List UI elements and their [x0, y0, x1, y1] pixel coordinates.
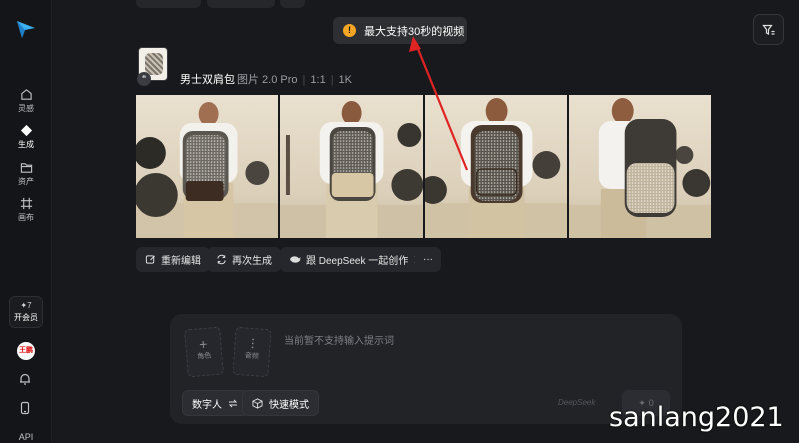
toast-notification: ! 最大支持30秒的视频 — [333, 17, 467, 44]
toast-text: 最大支持30秒的视频 — [364, 25, 465, 38]
generated-image[interactable] — [136, 95, 279, 238]
digital-human-label: 数字人 — [192, 399, 222, 411]
role-reference-slot[interactable]: + 角色 — [183, 326, 225, 378]
folder-icon — [20, 163, 32, 173]
re-edit-button[interactable]: 重新编辑 — [136, 247, 210, 272]
regenerate-button[interactable]: 再次生成 — [207, 247, 281, 272]
more-icon: ··· — [423, 254, 433, 265]
quote-icon: ❝ — [137, 72, 151, 86]
audio-slot-label: 音频 — [244, 352, 259, 361]
generated-images — [136, 95, 711, 238]
swap-icon — [228, 399, 238, 407]
sidebar-item-inspiration[interactable]: 灵感 — [0, 88, 52, 114]
avatar[interactable]: 王鹏 — [17, 342, 35, 360]
generated-image[interactable] — [568, 95, 711, 238]
deepseek-label: 跟 DeepSeek 一起创作 — [306, 256, 409, 267]
role-slot-label: 角色 — [197, 352, 212, 361]
post-resolution: 1K — [338, 74, 353, 86]
audio-reference-slot[interactable]: ⫶ 音频 — [232, 326, 272, 378]
fast-mode-label: 快速模式 — [269, 399, 309, 411]
filter-button[interactable] — [753, 14, 784, 45]
member-button[interactable]: ✦7 开会员 — [9, 296, 43, 328]
prompt-panel: + 角色 ⫶ 音频 当前暂不支持输入提示词 数字人 快速模式 DeepSeek … — [170, 314, 682, 424]
refresh-icon — [217, 254, 226, 265]
whale-icon — [290, 256, 301, 263]
edit-icon — [145, 255, 155, 264]
sidebar-item-label: 灵感 — [18, 104, 34, 113]
regenerate-label: 再次生成 — [232, 256, 272, 267]
generated-image[interactable] — [424, 95, 567, 238]
member-label: 开会员 — [14, 313, 38, 322]
top-cut-button-2[interactable] — [207, 0, 275, 8]
post-meta: 图片 2.0 Pro | 1:1 | 1K — [237, 74, 353, 86]
sidebar-item-generate[interactable]: 生成 — [0, 124, 52, 150]
sidebar-item-label: 画布 — [18, 213, 34, 222]
bell-icon[interactable] — [18, 372, 32, 386]
left-sidebar: 灵感 生成 资产 画布 ✦7 开会员 王鹏 API — [0, 0, 52, 443]
filter-icon — [761, 24, 774, 35]
generated-image[interactable] — [280, 95, 423, 238]
sidebar-item-canvas[interactable]: 画布 — [0, 197, 52, 223]
cube-icon — [252, 397, 263, 409]
sidebar-item-label: 资产 — [18, 177, 34, 186]
sidebar-item-assets[interactable]: 资产 — [0, 161, 52, 187]
canvas-icon — [20, 197, 32, 210]
post-title: 男士双肩包 — [180, 74, 235, 86]
warning-icon: ! — [343, 24, 356, 37]
home-icon — [20, 89, 32, 100]
deepseek-create-button[interactable]: 跟 DeepSeek 一起创作 — [280, 247, 430, 272]
api-link[interactable]: API — [0, 432, 52, 442]
post-model: 图片 2.0 Pro — [237, 74, 298, 86]
plus-icon: + — [198, 335, 209, 353]
sidebar-item-label: 生成 — [18, 140, 34, 149]
digital-human-mode-button[interactable]: 数字人 — [182, 390, 248, 416]
more-options-button[interactable]: ··· — [415, 247, 441, 272]
top-cut-button-3[interactable] — [280, 0, 305, 8]
image-watermark: sanlang2021 — [609, 402, 784, 433]
top-cut-button-1[interactable] — [136, 0, 201, 8]
prompt-input[interactable]: 当前暂不支持输入提示词 — [284, 332, 394, 347]
deepseek-watermark: DeepSeek — [558, 398, 596, 407]
post-ratio: 1:1 — [310, 74, 326, 86]
re-edit-label: 重新编辑 — [161, 256, 201, 267]
phone-icon[interactable] — [18, 401, 32, 415]
fast-mode-button[interactable]: 快速模式 — [242, 390, 319, 416]
audio-icon: ⫶ — [250, 335, 255, 353]
app-logo-icon[interactable] — [15, 18, 37, 40]
member-points: ✦7 — [20, 301, 32, 310]
diamond-icon — [20, 124, 32, 137]
